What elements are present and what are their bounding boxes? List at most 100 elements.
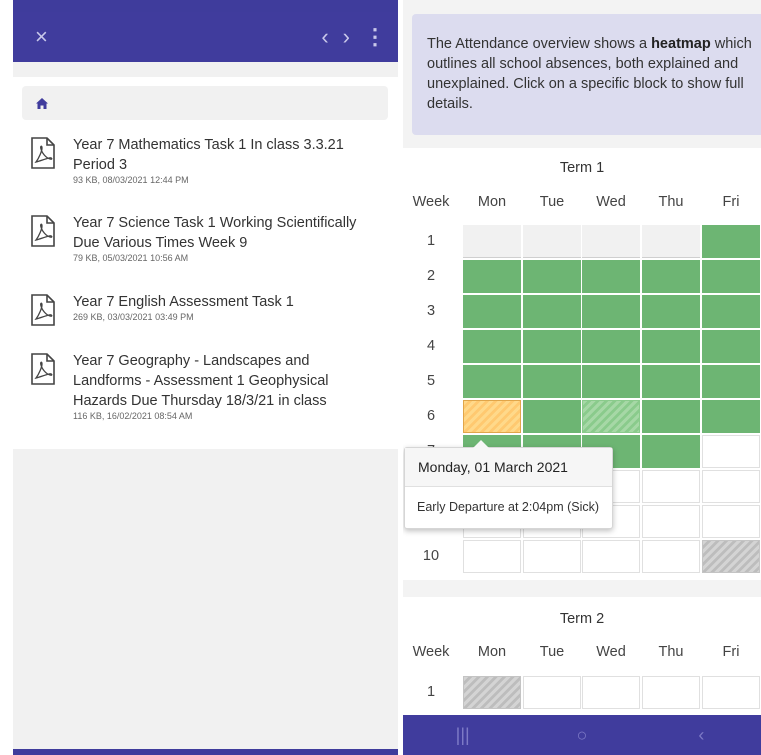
heatmap-cell[interactable] — [463, 330, 521, 363]
heatmap-cell[interactable] — [702, 505, 760, 538]
heatmap-cell[interactable] — [523, 225, 581, 258]
week-label: 5 — [426, 373, 436, 389]
heatmap-cell[interactable] — [523, 400, 581, 433]
week-label: 1 — [426, 233, 436, 249]
heatmap-cell[interactable] — [702, 260, 760, 293]
heatmap-cell[interactable] — [642, 295, 700, 328]
pdf-file-icon — [31, 215, 55, 247]
heatmap-cell[interactable] — [702, 295, 760, 328]
heatmap-cell[interactable] — [642, 540, 700, 573]
heatmap-cell[interactable] — [702, 330, 760, 363]
heatmap-cell[interactable] — [582, 365, 640, 398]
app-bar: × ‹ › ⋮ — [13, 12, 398, 62]
day-header: Fri — [722, 194, 740, 210]
heatmap-cell[interactable] — [582, 400, 640, 433]
heatmap-cell[interactable] — [582, 295, 640, 328]
pdf-file-icon — [31, 353, 55, 385]
file-name[interactable]: Year 7 Geography - Landscapes and Landfo… — [73, 351, 373, 411]
heatmap-cell[interactable] — [582, 225, 640, 258]
heatmap-cell[interactable] — [642, 505, 700, 538]
file-list-screen: × ‹ › ⋮ Year 7 Mathematics Task 1 In cla… — [13, 0, 398, 755]
bottom-bar — [13, 749, 398, 755]
attendance-screen: The Attendance overview shows a heatmap … — [403, 0, 761, 755]
day-header: Wed — [596, 644, 626, 660]
home-button-icon[interactable]: ○ — [552, 725, 612, 746]
week-label: 2 — [426, 268, 436, 284]
day-header: Thu — [658, 644, 684, 660]
file-meta: 93 KB, 08/03/2021 12:44 PM — [73, 175, 189, 185]
pdf-file-icon — [31, 137, 55, 169]
back-icon[interactable]: ‹ — [671, 725, 731, 746]
popover-body: Early Departure at 2:04pm (Sick) — [417, 500, 600, 514]
day-header: Wed — [596, 194, 626, 210]
file-meta: 116 KB, 16/02/2021 08:54 AM — [73, 411, 193, 421]
file-name[interactable]: Year 7 Mathematics Task 1 In class 3.3.2… — [73, 135, 373, 175]
heatmap-cell[interactable] — [702, 676, 760, 709]
heatmap-cell[interactable] — [702, 470, 760, 503]
heatmap-cell[interactable] — [642, 676, 700, 709]
popover-arrow — [473, 440, 489, 448]
file-item[interactable]: Year 7 English Assessment Task 1 269 KB,… — [13, 292, 398, 326]
heatmap-cell[interactable] — [582, 540, 640, 573]
heatmap-cell[interactable] — [702, 400, 760, 433]
file-meta: 269 KB, 03/03/2021 03:49 PM — [73, 312, 194, 322]
heatmap-cell[interactable] — [642, 470, 700, 503]
heatmap-cell[interactable] — [463, 540, 521, 573]
week-label: 10 — [422, 548, 440, 564]
heatmap-cell[interactable] — [702, 435, 760, 468]
heatmap-cell[interactable] — [523, 676, 581, 709]
day-header: Tue — [539, 644, 565, 660]
heatmap-cell[interactable] — [463, 400, 521, 433]
previous-icon[interactable]: ‹ — [321, 24, 328, 50]
heatmap-cell[interactable] — [523, 330, 581, 363]
heatmap-cell[interactable] — [702, 225, 760, 258]
heatmap-cell[interactable] — [702, 365, 760, 398]
week-header: Week — [412, 194, 450, 210]
file-item[interactable]: Year 7 Mathematics Task 1 In class 3.3.2… — [13, 135, 398, 186]
heatmap-cell[interactable] — [642, 435, 700, 468]
heatmap-cell[interactable] — [642, 400, 700, 433]
heatmap-cell[interactable] — [582, 330, 640, 363]
heatmap-cell[interactable] — [582, 676, 640, 709]
heatmap-cell[interactable] — [523, 295, 581, 328]
system-nav-bar: ||| ○ ‹ — [403, 715, 761, 755]
recent-apps-icon[interactable]: ||| — [433, 725, 493, 746]
heatmap-cell[interactable] — [523, 540, 581, 573]
day-header: Fri — [722, 644, 740, 660]
term-title: Term 1 — [559, 160, 605, 176]
file-meta: 79 KB, 05/03/2021 10:56 AM — [73, 253, 189, 263]
status-bar — [13, 0, 398, 12]
term-title: Term 2 — [559, 611, 605, 627]
heatmap-cell[interactable] — [523, 365, 581, 398]
heatmap-cell[interactable] — [463, 676, 521, 709]
heatmap-cell[interactable] — [463, 225, 521, 258]
popover-title: Monday, 01 March 2021 — [405, 448, 612, 487]
breadcrumb[interactable] — [22, 86, 388, 120]
file-name[interactable]: Year 7 English Assessment Task 1 — [73, 292, 373, 312]
heatmap-cell[interactable] — [523, 260, 581, 293]
next-icon[interactable]: › — [343, 24, 350, 50]
heatmap-cell[interactable] — [642, 260, 700, 293]
week-label: 6 — [426, 408, 436, 424]
file-name[interactable]: Year 7 Science Task 1 Working Scientific… — [73, 213, 373, 253]
heatmap-cell[interactable] — [463, 295, 521, 328]
week-header: Week — [412, 644, 450, 660]
close-icon[interactable]: × — [35, 24, 48, 50]
day-header: Mon — [477, 194, 507, 210]
heatmap-cell[interactable] — [463, 260, 521, 293]
heatmap-cell[interactable] — [642, 330, 700, 363]
file-item[interactable]: Year 7 Science Task 1 Working Scientific… — [13, 213, 398, 264]
heatmap-cell[interactable] — [582, 260, 640, 293]
day-header: Mon — [477, 644, 507, 660]
day-header: Thu — [658, 194, 684, 210]
more-options-icon[interactable]: ⋮ — [364, 26, 386, 48]
heatmap-cell[interactable] — [702, 540, 760, 573]
heatmap-cell[interactable] — [642, 225, 700, 258]
heatmap-cell[interactable] — [463, 365, 521, 398]
heatmap-cell[interactable] — [642, 365, 700, 398]
heatmap-info-box: The Attendance overview shows a heatmap … — [412, 14, 761, 135]
file-item[interactable]: Year 7 Geography - Landscapes and Landfo… — [13, 351, 398, 422]
home-icon[interactable] — [36, 97, 48, 109]
info-bold-term: heatmap — [651, 36, 711, 52]
absence-popover: Monday, 01 March 2021 Early Departure at… — [404, 440, 613, 529]
